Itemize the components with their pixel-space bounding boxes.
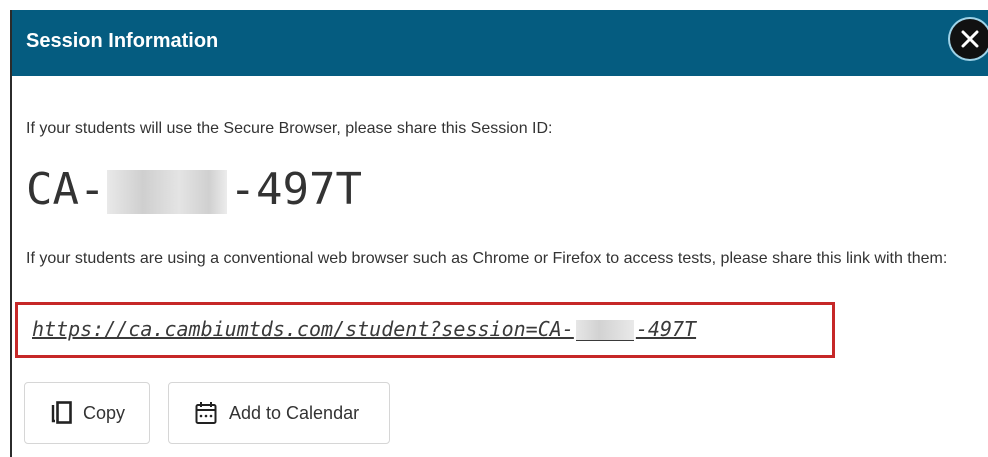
session-link-highlight: https://ca.cambiumtds.com/student?sessio…	[15, 302, 835, 358]
add-to-calendar-button[interactable]: Add to Calendar	[168, 382, 390, 444]
close-icon	[961, 30, 979, 48]
session-id-suffix: -497T	[229, 164, 362, 215]
secure-browser-instructions: If your students will use the Secure Bro…	[26, 120, 553, 137]
copy-button-label: Copy	[83, 403, 126, 423]
session-link-suffix: -497T	[635, 317, 697, 341]
close-button[interactable]	[950, 19, 988, 59]
dialog-title: Session Information	[26, 30, 219, 52]
session-information-dialog: Session Information If your students wil…	[10, 10, 988, 457]
session-id-prefix: CA-	[26, 164, 106, 215]
copy-icon	[51, 401, 72, 424]
redacted-area	[107, 170, 228, 214]
session-id: CA- -497T	[26, 162, 362, 218]
copy-button[interactable]: Copy	[24, 382, 150, 444]
calendar-icon	[195, 402, 217, 424]
dialog-header: Session Information	[12, 10, 988, 76]
web-browser-instructions: If your students are using a conventiona…	[26, 250, 948, 267]
add-to-calendar-label: Add to Calendar	[229, 403, 360, 423]
redacted-area	[575, 320, 634, 341]
session-link[interactable]: https://ca.cambiumtds.com/student?sessio…	[32, 317, 696, 341]
session-link-prefix: https://ca.cambiumtds.com/student?sessio…	[32, 317, 574, 341]
